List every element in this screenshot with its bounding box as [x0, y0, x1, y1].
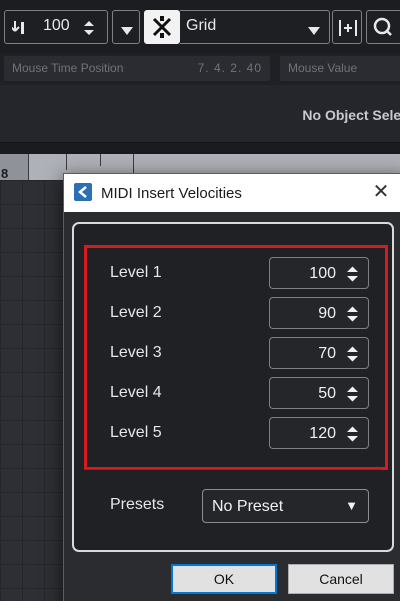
- snap-type-select[interactable]: Grid: [180, 10, 330, 44]
- app-window: 100 Grid Mouse Time Position 7. 4. 2. 40…: [0, 0, 400, 601]
- level-5-input[interactable]: 120: [269, 417, 369, 449]
- quantize-icon: [372, 16, 394, 43]
- close-icon[interactable]: ✕: [369, 180, 393, 204]
- level-row: Level 3 70: [74, 337, 392, 369]
- presets-label: Presets: [110, 496, 165, 513]
- level-label: Level 2: [110, 304, 162, 321]
- ok-button[interactable]: OK: [171, 564, 277, 594]
- event-info-panel: No Object Selected: [0, 85, 400, 143]
- mouse-time-position: Mouse Time Position 7. 4. 2. 40: [4, 56, 270, 81]
- divider: [84, 469, 382, 470]
- level-2-input[interactable]: 90: [269, 297, 369, 329]
- velocity-icon: [10, 19, 28, 42]
- caret-down-icon: [308, 23, 320, 41]
- level-value: 50: [318, 385, 336, 402]
- snap-type-value: Grid: [186, 17, 217, 34]
- level-row: Level 4 50: [74, 377, 392, 409]
- presets-select[interactable]: No Preset ▼: [202, 489, 369, 523]
- velocity-levels-panel: Level 1 100 Level 2 90 Level 3 70 Level …: [72, 222, 394, 552]
- midi-insert-velocities-dialog: MIDI Insert Velocities ✕ Level 1 100 Lev…: [63, 173, 400, 601]
- mouse-value: Mouse Value: [280, 56, 400, 81]
- mouse-value-label: Mouse Value: [288, 61, 358, 75]
- velocity-value: 100: [43, 17, 70, 34]
- ruler-tick: [28, 154, 29, 180]
- level-row: Level 1 100: [74, 257, 392, 289]
- dialog-title: MIDI Insert Velocities: [101, 185, 242, 202]
- level-value: 90: [318, 305, 336, 322]
- level-value: 120: [309, 425, 336, 442]
- insert-velocity-field[interactable]: 100: [4, 10, 108, 44]
- stepper-arrows-icon: [83, 19, 95, 42]
- ruler-tick: [100, 154, 101, 166]
- level-value: 100: [309, 265, 336, 282]
- ruler-bar-label: 8: [1, 166, 9, 181]
- level-row: Level 5 120: [74, 417, 392, 449]
- level-label: Level 3: [110, 344, 162, 361]
- mouse-time-label: Mouse Time Position: [12, 61, 124, 75]
- quantize-button[interactable]: [366, 10, 400, 44]
- stepper-arrows-icon[interactable]: [346, 345, 359, 363]
- level-label: Level 1: [110, 264, 162, 281]
- level-row: Level 2 90: [74, 297, 392, 329]
- cancel-button[interactable]: Cancel: [288, 564, 394, 594]
- no-object-text: No Object Selected: [302, 107, 400, 123]
- stepper-arrows-icon[interactable]: [346, 265, 359, 283]
- level-3-input[interactable]: 70: [269, 337, 369, 369]
- level-4-input[interactable]: 50: [269, 377, 369, 409]
- grid-spacing-button[interactable]: [332, 10, 362, 44]
- caret-down-icon: [121, 23, 133, 41]
- snap-icon: [151, 16, 173, 43]
- dialog-titlebar[interactable]: MIDI Insert Velocities ✕: [64, 174, 400, 212]
- caret-down-icon: ▼: [345, 498, 358, 513]
- mouse-time-value: 7. 4. 2. 40: [197, 61, 262, 75]
- grid-spacing-icon: [338, 19, 358, 42]
- snap-toggle-button[interactable]: [144, 10, 180, 44]
- velocity-dropdown-button[interactable]: [112, 10, 140, 44]
- preset-value: No Preset: [212, 498, 284, 515]
- level-label: Level 5: [110, 424, 162, 441]
- stepper-arrows-icon[interactable]: [346, 305, 359, 323]
- stepper-arrows-icon[interactable]: [346, 385, 359, 403]
- level-label: Level 4: [110, 384, 162, 401]
- level-value: 70: [318, 345, 336, 362]
- key-editor-toolbar: 100 Grid: [0, 0, 400, 53]
- info-line: Mouse Time Position 7. 4. 2. 40 Mouse Va…: [0, 53, 400, 85]
- level-1-input[interactable]: 100: [269, 257, 369, 289]
- ruler-tick: [66, 154, 67, 170]
- stepper-arrows-icon[interactable]: [346, 425, 359, 443]
- cubase-app-icon: [74, 183, 92, 201]
- divider-strip: [0, 143, 400, 154]
